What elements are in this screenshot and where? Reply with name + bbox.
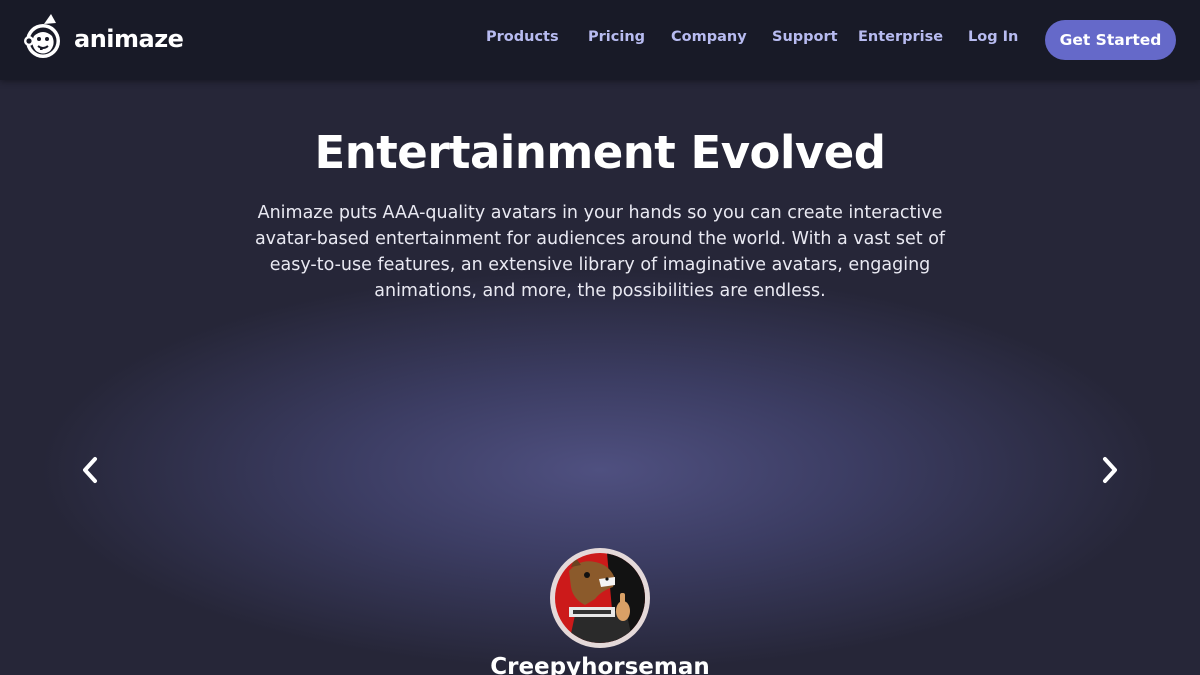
- get-started-button[interactable]: Get Started: [1045, 20, 1176, 60]
- top-navigation-bar: animaze Products Pricing Company Support…: [0, 0, 1200, 80]
- featured-avatar-thumbnail[interactable]: [550, 548, 650, 648]
- nav-link-pricing[interactable]: Pricing: [588, 29, 645, 45]
- chevron-right-icon: [1103, 457, 1117, 483]
- nav-link-support[interactable]: Support: [772, 29, 838, 45]
- hero-description: Animaze puts AAA-quality avatars in your…: [254, 203, 946, 301]
- horse-avatar-image: [555, 553, 645, 643]
- brand-logo[interactable]: animaze: [24, 14, 184, 64]
- carousel-next-button[interactable]: [1094, 454, 1126, 486]
- carousel-prev-button[interactable]: [74, 454, 106, 486]
- chevron-left-icon: [83, 457, 97, 483]
- monkey-face-logo-icon: [24, 14, 60, 58]
- nav-link-products[interactable]: Products: [486, 29, 559, 45]
- featured-avatar-name: Creepyhorseman: [490, 654, 710, 675]
- nav-link-login[interactable]: Log In: [968, 29, 1018, 45]
- nav-link-company[interactable]: Company: [671, 29, 747, 45]
- hero-section: Entertainment Evolved Animaze puts AAA-q…: [0, 80, 1200, 675]
- nav-link-enterprise[interactable]: Enterprise: [858, 29, 943, 45]
- brand-name: animaze: [74, 25, 184, 53]
- hero-title: Entertainment Evolved: [314, 126, 886, 179]
